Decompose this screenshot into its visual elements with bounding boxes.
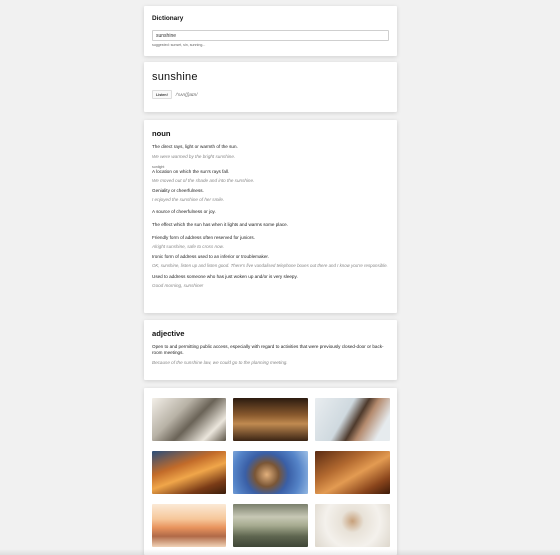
example-text: OK, sunshine, listen up and listen good.… xyxy=(152,263,388,268)
search-suggestions[interactable]: suggested: sunset, sin, sunning... xyxy=(152,43,389,47)
noun-card: noun The direct rays, light or warmth of… xyxy=(144,120,397,313)
entry-word: sunshine xyxy=(152,71,198,83)
definition-text: Geniality or cheerfulness. xyxy=(152,188,204,193)
search-card: Dictionary suggested: sunset, sin, sunni… xyxy=(144,6,397,56)
example-text: Because of the sunshine law, we could go… xyxy=(152,360,288,365)
photo-sky-portrait[interactable] xyxy=(233,451,308,494)
sense-item: Used to address someone who has just wok… xyxy=(152,274,389,289)
sense-item: Friendly form of address often reserved … xyxy=(152,235,389,250)
image-gallery-card xyxy=(144,388,397,555)
photo-misty-trees[interactable] xyxy=(233,504,308,547)
definition-text: A source of cheerfulness or joy. xyxy=(152,209,216,214)
example-text: We were warmed by the bright sunshine. xyxy=(152,154,236,159)
sense-item: sunlight A location on which the sun's r… xyxy=(152,165,389,184)
sense-item: The direct rays, light or warmth of the … xyxy=(152,144,389,160)
sense-item: The effect which the sun has when it lig… xyxy=(152,222,389,228)
definition-text: Ironic form of address used to an inferi… xyxy=(152,254,269,259)
sense-item: Ironic form of address used to an inferi… xyxy=(152,254,389,269)
definition-text: The effect which the sun has when it lig… xyxy=(152,222,289,227)
photo-arch-silhouette[interactable] xyxy=(233,398,308,441)
definition-text: Open to and permitting public access, es… xyxy=(152,344,384,355)
example-text: Good morning, sunshine! xyxy=(152,283,204,288)
photo-palm-shadow[interactable] xyxy=(152,398,226,441)
image-grid xyxy=(152,398,390,547)
part-of-speech-heading: noun xyxy=(152,129,171,138)
definition-text: Used to address someone who has just wok… xyxy=(152,274,298,279)
phonetic-text: /'sʌn(ʃ)aɪn/ xyxy=(175,92,198,97)
adjective-card: adjective Open to and permitting public … xyxy=(144,320,397,380)
definition-text: The direct rays, light or warmth of the … xyxy=(152,144,238,149)
photo-sunlit-face[interactable] xyxy=(152,451,226,494)
photo-beach-figure[interactable] xyxy=(315,504,390,547)
definition-text: Friendly form of address often reserved … xyxy=(152,235,255,240)
photo-hair-flip[interactable] xyxy=(315,398,390,441)
example-text: Alright sunshine, safe to cross now. xyxy=(152,244,225,249)
photo-golden-hour[interactable] xyxy=(315,451,390,494)
sense-item: A source of cheerfulness or joy. xyxy=(152,209,389,215)
part-of-speech-heading: adjective xyxy=(152,329,185,338)
entry-header-card: sunshine Listen! /'sʌn(ʃ)aɪn/ xyxy=(144,62,397,112)
example-text: I enjoyed the sunshine of her smile. xyxy=(152,197,225,202)
listen-button[interactable]: Listen! xyxy=(152,90,172,99)
search-input[interactable] xyxy=(156,32,385,39)
example-text: We moved out of the shade and into the s… xyxy=(152,178,255,183)
bottom-edge-shadow xyxy=(0,549,560,555)
search-box[interactable] xyxy=(152,30,389,41)
definition-text: A location on which the sun's rays fall. xyxy=(152,169,230,174)
photo-sunset-hills[interactable] xyxy=(152,504,226,547)
sense-item: Geniality or cheerfulness. I enjoyed the… xyxy=(152,188,389,203)
app-title: Dictionary xyxy=(152,15,184,22)
